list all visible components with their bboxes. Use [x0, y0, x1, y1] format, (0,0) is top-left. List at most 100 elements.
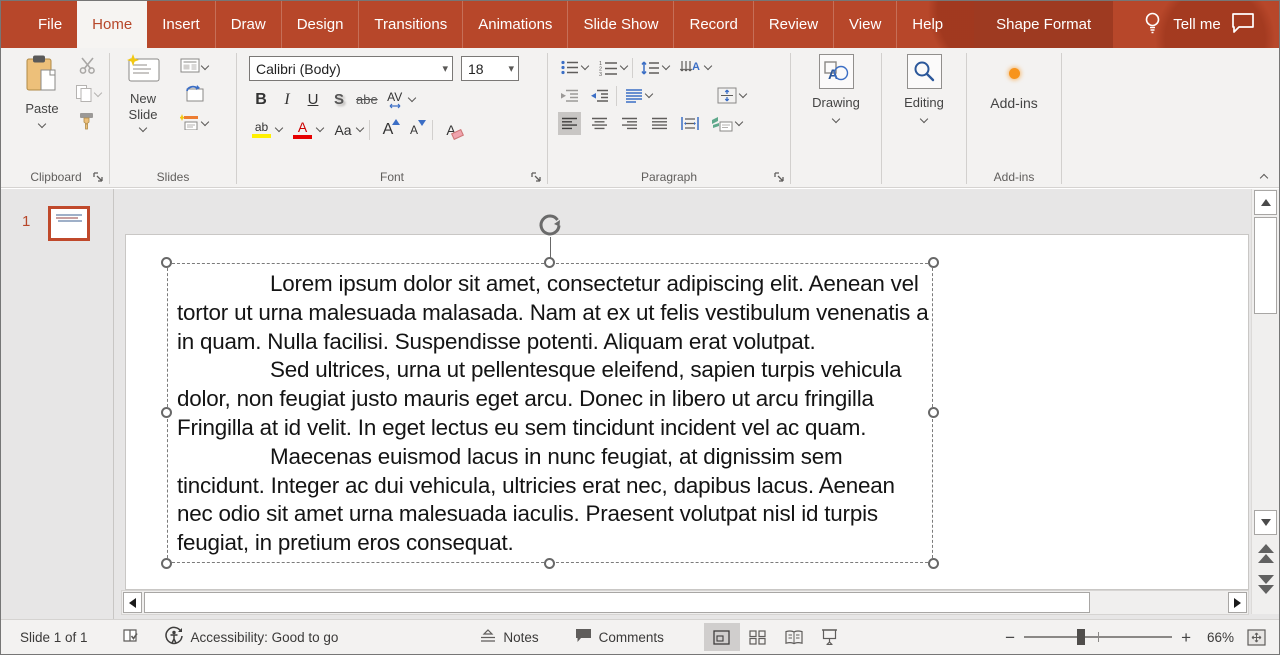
handle-bottom-center[interactable] — [544, 558, 555, 569]
tab-review[interactable]: Review — [753, 1, 833, 48]
fit-window-button[interactable] — [1247, 629, 1266, 646]
tab-home[interactable]: Home — [77, 1, 147, 48]
handle-middle-right[interactable] — [928, 407, 939, 418]
text-shadow-button[interactable]: S — [327, 88, 351, 111]
accessibility-status[interactable]: Accessibility: Good to go — [164, 626, 339, 649]
copy-dropdown-chevron[interactable] — [94, 89, 102, 97]
italic-button[interactable]: I — [275, 88, 299, 111]
slide-counter[interactable]: Slide 1 of 1 — [20, 630, 88, 645]
columns-chevron[interactable] — [645, 90, 653, 98]
scroll-down-button[interactable] — [1254, 510, 1277, 535]
zoom-out-button[interactable]: − — [1005, 629, 1015, 646]
convert-to-smartart-button[interactable] — [709, 112, 735, 135]
align-text-button[interactable] — [715, 84, 739, 107]
text-box-content[interactable]: Lorem ipsum dolor sit amet, consectetur … — [168, 264, 932, 558]
align-text-chevron[interactable] — [739, 90, 747, 98]
layout-chevron[interactable] — [201, 61, 209, 69]
underline-button[interactable]: U — [301, 88, 325, 111]
tab-shape-format[interactable]: Shape Format — [974, 1, 1113, 48]
slideshow-view-button[interactable] — [812, 623, 848, 651]
change-case-button[interactable]: Aa — [331, 118, 355, 141]
format-painter-button[interactable] — [78, 112, 98, 133]
tab-help[interactable]: Help — [896, 1, 958, 48]
clear-formatting-button[interactable]: A — [439, 118, 463, 141]
columns-button[interactable] — [622, 84, 645, 107]
editing-button[interactable]: Editing — [904, 50, 944, 122]
layout-icon[interactable] — [180, 58, 200, 76]
character-spacing-button[interactable]: AV — [383, 88, 407, 111]
zoom-level[interactable]: 66% — [1200, 630, 1234, 645]
zoom-slider[interactable] — [1024, 636, 1172, 638]
tab-file[interactable]: File — [23, 1, 77, 48]
clipboard-dialog-launcher[interactable] — [92, 171, 104, 183]
scroll-left-button[interactable] — [123, 592, 142, 613]
text-direction-button[interactable]: A — [678, 56, 704, 79]
slide-thumbnail[interactable] — [48, 206, 90, 241]
align-left-button[interactable] — [558, 112, 581, 135]
editing-chevron[interactable] — [920, 115, 928, 123]
spellcheck-button[interactable] — [122, 628, 140, 647]
bullets-chevron[interactable] — [581, 62, 589, 70]
normal-view-button[interactable] — [704, 623, 740, 651]
slide-sorter-view-button[interactable] — [740, 623, 776, 651]
handle-middle-left[interactable] — [161, 407, 172, 418]
decrease-indent-button[interactable] — [558, 84, 581, 107]
increase-indent-button[interactable] — [588, 84, 611, 107]
justify-button[interactable] — [648, 112, 671, 135]
new-slide-button[interactable]: New Slide — [112, 50, 174, 131]
handle-top-right[interactable] — [928, 257, 939, 268]
increase-font-size-button[interactable]: A — [376, 118, 400, 141]
tab-slide-show[interactable]: Slide Show — [567, 1, 673, 48]
bold-button[interactable]: B — [249, 88, 273, 111]
highlight-color-button[interactable]: ab — [249, 118, 274, 141]
vertical-scrollbar-thumb[interactable] — [1254, 217, 1277, 314]
scroll-up-button[interactable] — [1254, 190, 1277, 215]
notes-button[interactable]: Notes — [480, 629, 538, 646]
tab-insert[interactable]: Insert — [147, 1, 215, 48]
strikethrough-button[interactable]: abe — [353, 88, 381, 111]
font-color-chevron[interactable] — [316, 124, 324, 132]
next-slide-button[interactable] — [1252, 572, 1279, 594]
numbering-button[interactable]: 1 2 3 — [597, 56, 620, 79]
horizontal-scrollbar-thumb[interactable] — [144, 592, 1090, 613]
horizontal-scrollbar[interactable] — [121, 590, 1249, 615]
line-spacing-chevron[interactable] — [662, 62, 670, 70]
collapse-ribbon-chevron[interactable] — [1260, 174, 1268, 182]
paragraph-dialog-launcher[interactable] — [773, 171, 785, 183]
change-case-chevron[interactable] — [356, 124, 364, 132]
drawing-chevron[interactable] — [832, 115, 840, 123]
align-center-button[interactable] — [588, 112, 611, 135]
line-spacing-button[interactable] — [638, 56, 662, 79]
cut-button[interactable] — [78, 56, 98, 77]
bullets-button[interactable] — [558, 56, 581, 79]
font-name-combo[interactable]: Calibri (Body) — [249, 56, 453, 81]
handle-bottom-right[interactable] — [928, 558, 939, 569]
highlight-color-chevron[interactable] — [275, 124, 283, 132]
distribute-button[interactable] — [678, 112, 702, 135]
slide[interactable]: Lorem ipsum dolor sit amet, consectetur … — [125, 234, 1249, 590]
new-slide-chevron[interactable] — [139, 124, 147, 132]
handle-bottom-left[interactable] — [161, 558, 172, 569]
copy-button[interactable] — [75, 84, 93, 105]
paste-button[interactable]: Paste — [11, 50, 69, 127]
tell-me[interactable]: Tell me — [1143, 1, 1221, 48]
paste-dropdown-chevron[interactable] — [38, 120, 46, 128]
tab-draw[interactable]: Draw — [215, 1, 281, 48]
vertical-scrollbar[interactable] — [1251, 189, 1279, 614]
numbering-chevron[interactable] — [620, 62, 628, 70]
zoom-in-button[interactable]: + — [1181, 629, 1191, 646]
smartart-chevron[interactable] — [735, 118, 743, 126]
tab-record[interactable]: Record — [673, 1, 752, 48]
drawing-button[interactable]: A Drawing — [812, 50, 860, 122]
font-dialog-launcher[interactable] — [530, 171, 542, 183]
section-chevron[interactable] — [201, 118, 209, 126]
scroll-right-button[interactable] — [1228, 592, 1247, 613]
addins-button[interactable]: Add-ins — [990, 50, 1037, 111]
comments-button[interactable]: Comments — [575, 628, 664, 646]
selected-text-box[interactable]: Lorem ipsum dolor sit amet, consectetur … — [167, 263, 933, 563]
tab-animations[interactable]: Animations — [462, 1, 567, 48]
tab-view[interactable]: View — [833, 1, 896, 48]
align-right-button[interactable] — [618, 112, 641, 135]
handle-top-left[interactable] — [161, 257, 172, 268]
character-spacing-chevron[interactable] — [407, 94, 415, 102]
